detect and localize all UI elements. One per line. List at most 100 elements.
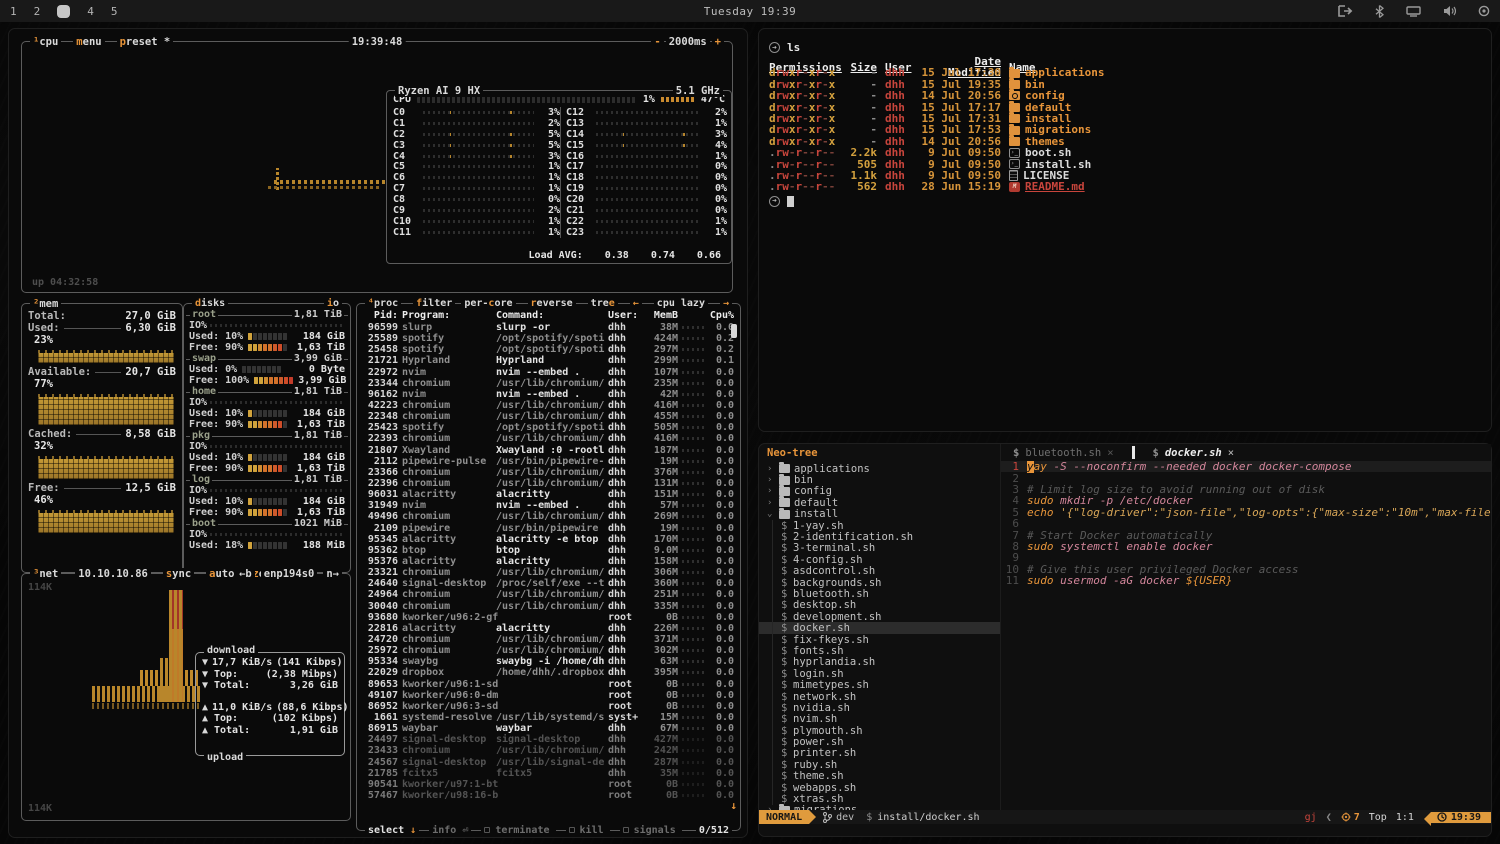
proc-row[interactable]: 24567signal-desktop/usr/lib/signal-dedhh… <box>362 756 736 767</box>
code-line-5[interactable]: 5echo '{"log-driver":"json-file","log-op… <box>1001 507 1491 518</box>
tab-close-icon[interactable]: × <box>1107 447 1113 459</box>
tree-item-nvim.sh[interactable]: $nvim.sh <box>759 714 1000 725</box>
tree-item-hyprlandia.sh[interactable]: $hyprlandia.sh <box>759 657 1000 668</box>
tree-item-development.sh[interactable]: $development.sh <box>759 611 1000 622</box>
tree-item-network.sh[interactable]: $network.sh <box>759 691 1000 702</box>
interval-minus-button[interactable]: - <box>651 36 663 48</box>
tree-item-xtras.sh[interactable]: $xtras.sh <box>759 793 1000 804</box>
proc-row[interactable]: 23344chromium/usr/lib/chromium/dhh235M0.… <box>362 378 736 389</box>
tree-item-login.sh[interactable]: $login.sh <box>759 668 1000 679</box>
net-sync-toggle[interactable]: sync <box>163 568 194 580</box>
tree-item-ruby.sh[interactable]: $ruby.sh <box>759 759 1000 770</box>
tree-item-printer.sh[interactable]: $printer.sh <box>759 748 1000 759</box>
proc-row[interactable]: 23321chromium/usr/lib/chromium/dhh306M0.… <box>362 567 736 578</box>
proc-filter-button[interactable]: filter <box>413 298 455 309</box>
scroll-down-icon[interactable]: ↓ <box>730 799 737 812</box>
tree-item-asdcontrol.sh[interactable]: $asdcontrol.sh <box>759 566 1000 577</box>
proc-col-Program:[interactable]: Program: <box>402 310 492 322</box>
proc-row[interactable]: 22029dropbox/home/dhh/.dropboxdhh395M0.0 <box>362 667 736 678</box>
tree-item-4-config.sh[interactable]: $4-config.sh <box>759 554 1000 565</box>
code-line-1[interactable]: 1yay -S --noconfirm --needed docker dock… <box>1001 461 1491 472</box>
mem-box-title[interactable]: ²mem <box>30 298 61 310</box>
proc-row[interactable]: 21807XwaylandXwayland :0 -rootldhh187M0.… <box>362 445 736 456</box>
proc-tree-toggle[interactable]: tree <box>588 298 618 309</box>
tree-item-backgrounds.sh[interactable]: $backgrounds.sh <box>759 577 1000 588</box>
proc-row[interactable]: 22393chromium/usr/lib/chromium/dhh416M0.… <box>362 433 736 444</box>
disks-io-toggle[interactable]: io <box>324 298 342 309</box>
proc-row[interactable]: 22396chromium/usr/lib/chromium/dhh131M0.… <box>362 478 736 489</box>
proc-signals-button[interactable]: signals <box>620 825 682 836</box>
tree-item-fonts.sh[interactable]: $fonts.sh <box>759 645 1000 656</box>
proc-row[interactable]: 22972nvimnvim --embed .dhh107M0.0 <box>362 367 736 378</box>
tree-item-install[interactable]: ⌄install <box>759 509 1000 520</box>
tree-item-config[interactable]: ›config <box>759 486 1000 497</box>
proc-row[interactable]: 95362btopbtopdhh9.0M0.0 <box>362 545 736 556</box>
tree-item-3-terminal.sh[interactable]: $3-terminal.sh <box>759 543 1000 554</box>
proc-col-Cpu%[interactable]: Cpu% <box>708 310 734 322</box>
proc-col-Pid:[interactable]: Pid: <box>362 310 398 322</box>
proc-terminate-button[interactable]: terminate <box>481 825 555 836</box>
proc-row[interactable]: 31949nvimnvim --embed .dhh57M0.0 <box>362 500 736 511</box>
tree-item-applications[interactable]: ›applications <box>759 463 1000 474</box>
net-auto-toggle[interactable]: auto <box>206 568 237 580</box>
code-line-11[interactable]: 11sudo usermod -aG docker ${USER} <box>1001 575 1491 586</box>
tree-item-desktop.sh[interactable]: $desktop.sh <box>759 600 1000 611</box>
tree-item-plymouth.sh[interactable]: $plymouth.sh <box>759 725 1000 736</box>
logout-icon[interactable] <box>1338 5 1353 17</box>
proc-row[interactable]: 25972chromium/usr/lib/chromium/dhh302M0.… <box>362 645 736 656</box>
proc-row[interactable]: 57467kworker/u98:16-broot0B0.0 <box>362 790 736 801</box>
proc-row[interactable]: 23433chromium/usr/lib/chromium/dhh242M0.… <box>362 745 736 756</box>
volume-icon[interactable] <box>1443 5 1456 17</box>
proc-row[interactable]: 95334swaybgswaybg -i /home/dhdhh63M0.0 <box>362 656 736 667</box>
tree-item-default[interactable]: ›default <box>759 497 1000 508</box>
proc-row[interactable]: 21721HyprlandHyprlanddhh299M0.1 <box>362 355 736 366</box>
proc-row[interactable]: 86915waybarwaybardhh67M0.0 <box>362 723 736 734</box>
proc-row[interactable]: 25458spotify/opt/spotify/spotidhh297M0.2 <box>362 344 736 355</box>
proc-row[interactable]: 23366chromium/usr/lib/chromium/dhh376M0.… <box>362 467 736 478</box>
proc-row[interactable]: 24640signal-desktop/proc/self/exe --tdhh… <box>362 578 736 589</box>
editor-buffer[interactable]: 1yay -S --noconfirm --needed docker dock… <box>1001 461 1491 810</box>
cpu-box-title[interactable]: ¹cpu <box>30 36 61 48</box>
proc-row[interactable]: 90541kworker/u97:1-btroot0B0.0 <box>362 779 736 790</box>
tree-item-theme.sh[interactable]: $theme.sh <box>759 771 1000 782</box>
proc-row[interactable]: 96031alacrittyalacrittydhh151M0.0 <box>362 489 736 500</box>
tree-item-docker.sh[interactable]: $docker.sh <box>759 622 1000 633</box>
interval-plus-button[interactable]: + <box>712 36 724 48</box>
proc-col-MemB[interactable]: MemB <box>644 310 678 322</box>
proc-row[interactable]: 49496chromium/usr/lib/chromium/dhh269M0.… <box>362 511 736 522</box>
proc-col-User:[interactable]: User: <box>608 310 640 322</box>
disks-box-title[interactable]: disks <box>192 298 228 309</box>
net-prev-iface[interactable]: ←b <box>236 568 255 580</box>
proc-row[interactable]: 95376alacrittyalacrittydhh158M0.0 <box>362 556 736 567</box>
tree-item-nvidia.sh[interactable]: $nvidia.sh <box>759 702 1000 713</box>
proc-row[interactable]: 24720chromium/usr/lib/chromium/dhh371M0.… <box>362 634 736 645</box>
proc-per-core-toggle[interactable]: per-core <box>461 298 515 309</box>
proc-row[interactable]: 24497signal-desktopsignal-desktopdhh427M… <box>362 734 736 745</box>
cpu-menu-button[interactable]: menu <box>73 36 104 48</box>
prompt-line-2[interactable]: ➔ <box>769 195 1481 208</box>
proc-row[interactable]: 22348chromium/usr/lib/chromium/dhh455M0.… <box>362 411 736 422</box>
bluetooth-icon[interactable] <box>1375 5 1384 18</box>
proc-reverse-toggle[interactable]: reverse <box>528 298 576 309</box>
proc-row[interactable]: 96162nvimnvim --embed .dhh42M0.0 <box>362 389 736 400</box>
proc-col-Command:[interactable]: Command: <box>496 310 604 322</box>
tree-item-bluetooth.sh[interactable]: $bluetooth.sh <box>759 588 1000 599</box>
tree-item-webapps.sh[interactable]: $webapps.sh <box>759 782 1000 793</box>
proc-row[interactable]: 86952kworker/u96:3-sdroot0B0.0 <box>362 701 736 712</box>
tab-close-icon[interactable]: × <box>1228 447 1234 459</box>
proc-row[interactable]: 95345alacrittyalacritty -e btopdhh170M0.… <box>362 534 736 545</box>
proc-row[interactable]: 25423spotify/opt/spotify/spotidhh505M0.0 <box>362 422 736 433</box>
proc-row[interactable]: 96599slurpslurp -ordhh38M0.0 <box>362 322 736 333</box>
proc-row[interactable]: 30040chromium/usr/lib/chromium/dhh335M0.… <box>362 601 736 612</box>
proc-row[interactable]: 24964chromium/usr/lib/chromium/dhh251M0.… <box>362 589 736 600</box>
tree-item-bin[interactable]: ›bin <box>759 474 1000 485</box>
tree-item-1-yay.sh[interactable]: $1-yay.sh <box>759 520 1000 531</box>
proc-select-button[interactable]: select ↓ <box>365 825 419 836</box>
proc-next-sort[interactable]: → <box>720 298 732 309</box>
net-box-title[interactable]: ³net <box>30 568 61 580</box>
tree-item-fix-fkeys.sh[interactable]: $fix-fkeys.sh <box>759 634 1000 645</box>
command-line[interactable] <box>759 824 1491 836</box>
proc-col-graph[interactable] <box>682 310 704 322</box>
net-next-iface[interactable]: n→ <box>323 568 342 580</box>
network-icon[interactable] <box>1406 5 1421 17</box>
